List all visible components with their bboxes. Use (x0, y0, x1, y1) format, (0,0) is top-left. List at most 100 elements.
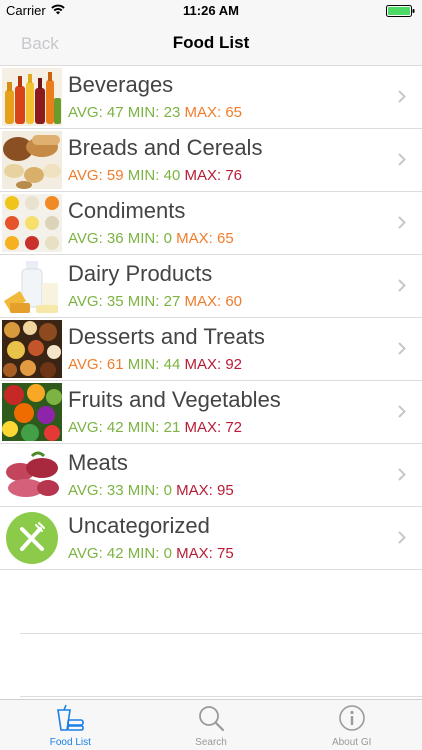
avg-value: 36 (106, 230, 124, 247)
min-label: MIN: (127, 230, 160, 247)
avg-value: 35 (106, 293, 124, 310)
avg-label: AVG: (68, 230, 103, 247)
avg-value: 42 (106, 419, 124, 436)
category-row-fruits-and-vegetables[interactable]: Fruits and Vegetables AVG: 42 MIN: 21 MA… (0, 381, 422, 444)
avg-label: AVG: (68, 545, 103, 562)
chevron-right-icon (398, 342, 406, 355)
max-value: 65 (225, 104, 243, 121)
avg-value: 59 (106, 167, 124, 184)
fruits-thumbnail (2, 383, 62, 441)
status-bar: Carrier 11:26 AM (0, 0, 422, 22)
category-title: Condiments (68, 198, 186, 223)
max-label: MAX: (184, 293, 222, 310)
min-value: 0 (163, 545, 172, 562)
min-label: MIN: (127, 293, 160, 310)
tab-about-gi[interactable]: About GI (281, 700, 422, 750)
avg-value: 33 (106, 482, 124, 499)
category-row-desserts-and-treats[interactable]: Desserts and Treats AVG: 61 MIN: 44 MAX:… (0, 318, 422, 381)
category-title: Breads and Cereals (68, 135, 263, 160)
meats-thumbnail (2, 446, 62, 504)
category-title: Beverages (68, 72, 174, 97)
avg-label: AVG: (68, 167, 103, 184)
min-value: 0 (163, 482, 172, 499)
max-value: 60 (225, 293, 243, 310)
category-row-uncategorized[interactable]: Uncategorized AVG: 42 MIN: 0 MAX: 75 (0, 507, 422, 570)
category-row-dairy-products[interactable]: Dairy Products AVG: 35 MIN: 27 MAX: 60 (0, 255, 422, 318)
page-title: Food List (172, 33, 250, 52)
tab-food-list[interactable]: Food List (0, 700, 141, 750)
chevron-right-icon (398, 216, 406, 229)
avg-label: AVG: (68, 356, 103, 373)
avg-label: AVG: (68, 104, 103, 121)
min-label: MIN: (127, 356, 160, 373)
min-label: MIN: (127, 545, 160, 562)
min-label: MIN: (127, 419, 160, 436)
gi-stats: AVG: 61 MIN: 44 MAX: 92 (68, 356, 242, 373)
max-value: 95 (216, 482, 234, 499)
avg-value: 42 (106, 545, 124, 562)
min-value: 27 (163, 293, 181, 310)
category-row-condiments[interactable]: Condiments AVG: 36 MIN: 0 MAX: 65 (0, 192, 422, 255)
tab-label: About GI (331, 737, 372, 748)
list-separator (20, 633, 422, 634)
chevron-right-icon (398, 468, 406, 481)
max-value: 92 (225, 356, 243, 373)
min-value: 40 (163, 167, 181, 184)
info-icon (338, 705, 365, 731)
gi-stats: AVG: 42 MIN: 21 MAX: 72 (68, 419, 242, 436)
category-title: Desserts and Treats (68, 324, 265, 349)
chevron-right-icon (398, 405, 406, 418)
max-value: 75 (216, 545, 234, 562)
battery-icon (386, 5, 415, 17)
fork-knife-icon (2, 509, 62, 567)
category-title: Fruits and Vegetables (68, 387, 281, 412)
breads-thumbnail (2, 131, 62, 189)
gi-stats: AVG: 33 MIN: 0 MAX: 95 (68, 482, 234, 499)
tab-label: Food List (49, 737, 91, 748)
dairy-thumbnail (2, 257, 62, 315)
category-title: Meats (68, 450, 128, 475)
avg-value: 61 (106, 356, 124, 373)
max-value: 65 (216, 230, 234, 247)
category-row-beverages[interactable]: Beverages AVG: 47 MIN: 23 MAX: 65 (0, 66, 422, 129)
condiments-thumbnail (2, 194, 62, 252)
list-separator (20, 696, 422, 697)
food-list-icon (57, 704, 85, 731)
gi-stats: AVG: 59 MIN: 40 MAX: 76 (68, 167, 242, 184)
min-value: 0 (163, 230, 172, 247)
min-value: 21 (163, 419, 181, 436)
max-label: MAX: (184, 167, 222, 184)
food-category-list: Beverages AVG: 47 MIN: 23 MAX: 65 Breads… (0, 66, 422, 570)
max-label: MAX: (176, 482, 213, 499)
magnifier-icon (199, 706, 225, 732)
avg-label: AVG: (68, 482, 103, 499)
category-row-breads-and-cereals[interactable]: Breads and Cereals AVG: 59 MIN: 40 MAX: … (0, 129, 422, 192)
gi-stats: AVG: 47 MIN: 23 MAX: 65 (68, 104, 242, 121)
beverages-thumbnail (2, 68, 62, 126)
avg-label: AVG: (68, 293, 103, 310)
gi-stats: AVG: 35 MIN: 27 MAX: 60 (68, 293, 242, 310)
gi-stats: AVG: 42 MIN: 0 MAX: 75 (68, 545, 234, 562)
avg-label: AVG: (68, 419, 103, 436)
desserts-thumbnail (2, 320, 62, 378)
max-label: MAX: (184, 356, 222, 373)
chevron-right-icon (398, 279, 406, 292)
max-label: MAX: (176, 230, 213, 247)
chevron-right-icon (398, 153, 406, 166)
navigation-bar: Back Food List (0, 22, 422, 66)
tab-label: Search (195, 737, 227, 748)
max-label: MAX: (184, 104, 222, 121)
tab-bar: Food List Search About GI (0, 699, 422, 750)
gi-stats: AVG: 36 MIN: 0 MAX: 65 (68, 230, 234, 247)
max-value: 76 (225, 167, 243, 184)
category-title: Uncategorized (68, 513, 210, 538)
max-value: 72 (225, 419, 243, 436)
status-time: 11:26 AM (183, 3, 239, 18)
min-value: 23 (163, 104, 181, 121)
max-label: MAX: (176, 545, 213, 562)
tab-search[interactable]: Search (141, 700, 282, 750)
min-label: MIN: (127, 482, 160, 499)
min-label: MIN: (127, 104, 160, 121)
avg-value: 47 (106, 104, 124, 121)
category-row-meats[interactable]: Meats AVG: 33 MIN: 0 MAX: 95 (0, 444, 422, 507)
